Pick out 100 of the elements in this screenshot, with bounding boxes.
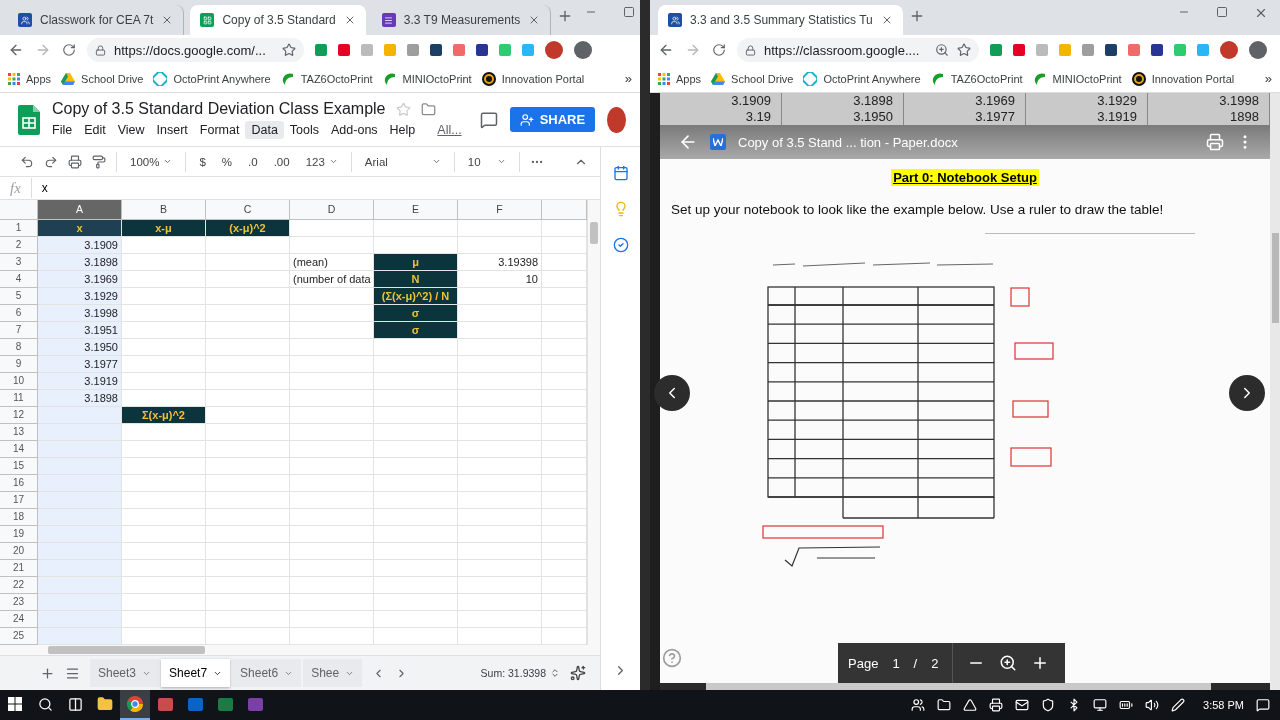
mail-icon[interactable] bbox=[1015, 698, 1030, 712]
browser-tab[interactable]: Classwork for CEA 7t bbox=[8, 5, 185, 35]
bookmark-link[interactable]: School Drive bbox=[711, 72, 794, 85]
bookmark-link[interactable]: MINIOctoPrint bbox=[382, 71, 472, 86]
menu-item[interactable]: View bbox=[111, 121, 151, 139]
reload-icon[interactable] bbox=[712, 43, 726, 57]
row-header[interactable]: 17 bbox=[0, 492, 38, 509]
row-header[interactable]: 2 bbox=[0, 237, 38, 254]
taskbar-app[interactable] bbox=[120, 690, 150, 720]
menu-item[interactable]: File bbox=[46, 121, 79, 139]
document-title[interactable]: Copy of 3.5 Standard Deviation Class Example bbox=[52, 100, 386, 118]
column-header[interactable]: E bbox=[374, 200, 458, 220]
monitor-icon[interactable] bbox=[1093, 698, 1108, 712]
bookmark-link[interactable]: Innovation Portal bbox=[1131, 71, 1235, 86]
row-header[interactable]: 7 bbox=[0, 322, 38, 339]
back-icon[interactable] bbox=[8, 42, 24, 58]
row-header[interactable]: 10 bbox=[0, 373, 38, 390]
speaker-icon[interactable] bbox=[1145, 698, 1160, 712]
row-header[interactable]: 1 bbox=[0, 220, 38, 237]
row-header[interactable]: 21 bbox=[0, 560, 38, 577]
column-header[interactable]: C bbox=[206, 200, 290, 220]
bookmark-link[interactable]: MINIOctoPrint bbox=[1032, 71, 1122, 86]
shield-icon[interactable] bbox=[1041, 698, 1056, 712]
row-header[interactable]: 14 bbox=[0, 441, 38, 458]
extension-icon[interactable] bbox=[475, 44, 488, 56]
extension-icon[interactable] bbox=[1013, 44, 1026, 56]
row-header[interactable]: 9 bbox=[0, 356, 38, 373]
avatar-icon[interactable] bbox=[1220, 41, 1239, 59]
row-header[interactable]: 11 bbox=[0, 390, 38, 407]
star-icon[interactable] bbox=[281, 43, 296, 57]
bookmark-link[interactable]: OctoPrint Anywhere bbox=[153, 71, 271, 86]
row-header[interactable]: 12 bbox=[0, 407, 38, 424]
print-icon[interactable] bbox=[68, 154, 82, 169]
row-header[interactable]: 15 bbox=[0, 458, 38, 475]
notification-icon[interactable] bbox=[1256, 698, 1270, 712]
sum-readout[interactable]: Sum: 31.9398 bbox=[480, 667, 560, 679]
menu-item[interactable]: Format bbox=[193, 121, 246, 139]
corner-cell[interactable] bbox=[0, 200, 38, 220]
avatar-icon[interactable] bbox=[544, 41, 563, 59]
bookmark-link[interactable]: Apps bbox=[658, 72, 702, 85]
print-icon[interactable] bbox=[1206, 133, 1224, 151]
forward-icon[interactable] bbox=[685, 42, 701, 58]
row-header[interactable]: 25 bbox=[0, 628, 38, 645]
search-icon[interactable] bbox=[37, 696, 53, 712]
folder-icon[interactable] bbox=[937, 698, 952, 712]
row-header[interactable]: 4 bbox=[0, 271, 38, 288]
spreadsheet-logo-icon[interactable] bbox=[18, 104, 40, 135]
extension-icon[interactable] bbox=[429, 44, 442, 56]
increase-decimals-button[interactable]: .00 bbox=[270, 155, 293, 168]
address-field[interactable]: https://classroom.google.... bbox=[737, 38, 980, 62]
column-header[interactable]: A bbox=[38, 200, 122, 220]
close-icon[interactable] bbox=[1254, 6, 1268, 20]
row-header[interactable]: 16 bbox=[0, 475, 38, 492]
menu-item[interactable]: Tools bbox=[283, 121, 326, 139]
bookmark-link[interactable]: School Drive bbox=[61, 72, 144, 85]
decrease-decimals-button[interactable]: .0 bbox=[245, 155, 261, 168]
row-header[interactable]: 20 bbox=[0, 543, 38, 560]
extension-icon[interactable] bbox=[1151, 44, 1164, 56]
zoom-icon[interactable] bbox=[999, 654, 1018, 672]
scrollbar-thumb[interactable] bbox=[590, 222, 598, 244]
sheet-tab[interactable]: Sheet6 bbox=[232, 659, 302, 687]
menu-item[interactable]: Data bbox=[245, 121, 284, 139]
percent-button[interactable]: % bbox=[218, 155, 236, 168]
bookmark-link[interactable]: OctoPrint Anywhere bbox=[803, 71, 921, 86]
tasks-icon[interactable] bbox=[612, 237, 629, 253]
row-header[interactable]: 13 bbox=[0, 424, 38, 441]
row-header[interactable]: 24 bbox=[0, 611, 38, 628]
all-sheets-icon[interactable] bbox=[65, 665, 80, 681]
bookmark-link[interactable]: TAZ6OctoPrint bbox=[930, 71, 1023, 86]
browser-tab[interactable]: 3.3 T9 Measurements bbox=[371, 5, 552, 35]
row-header[interactable]: 8 bbox=[0, 339, 38, 356]
redo-icon[interactable] bbox=[44, 154, 58, 169]
reload-icon[interactable] bbox=[62, 43, 76, 57]
page-number-field[interactable]: 1 bbox=[892, 655, 900, 671]
scrollbar-thumb[interactable] bbox=[1271, 233, 1279, 323]
pen-icon[interactable] bbox=[1171, 698, 1186, 712]
account-icon[interactable] bbox=[1249, 41, 1268, 59]
more-formats-dropdown[interactable]: 123 bbox=[302, 155, 341, 168]
add-sheet-icon[interactable] bbox=[40, 665, 55, 681]
printer-icon[interactable] bbox=[989, 698, 1004, 712]
bookmark-link[interactable]: TAZ6OctoPrint bbox=[280, 71, 373, 86]
row-header[interactable]: 19 bbox=[0, 526, 38, 543]
previous-button[interactable] bbox=[654, 375, 690, 411]
scrollbar-thumb[interactable] bbox=[48, 646, 205, 654]
avatar-icon[interactable] bbox=[607, 106, 626, 133]
browser-tab[interactable]: Copy of 3.5 Standard bbox=[190, 5, 366, 35]
calendar-icon[interactable] bbox=[612, 165, 629, 181]
more-bookmarks[interactable]: » bbox=[1264, 71, 1272, 86]
row-header[interactable]: 18 bbox=[0, 509, 38, 526]
paint-format-icon[interactable] bbox=[92, 154, 106, 169]
menu-item[interactable]: Help bbox=[383, 121, 422, 139]
row-header[interactable]: 3 bbox=[0, 254, 38, 271]
extension-icon[interactable] bbox=[337, 44, 350, 56]
scrollbar-thumb[interactable] bbox=[706, 683, 1211, 690]
font-dropdown[interactable]: Arial bbox=[361, 155, 444, 168]
comment-icon[interactable] bbox=[479, 110, 498, 129]
account-icon[interactable] bbox=[573, 41, 592, 59]
font-size-dropdown[interactable]: 10 bbox=[464, 155, 509, 168]
sheet-tab[interactable]: Sheet3 bbox=[90, 659, 160, 687]
explore-icon[interactable] bbox=[570, 665, 586, 681]
